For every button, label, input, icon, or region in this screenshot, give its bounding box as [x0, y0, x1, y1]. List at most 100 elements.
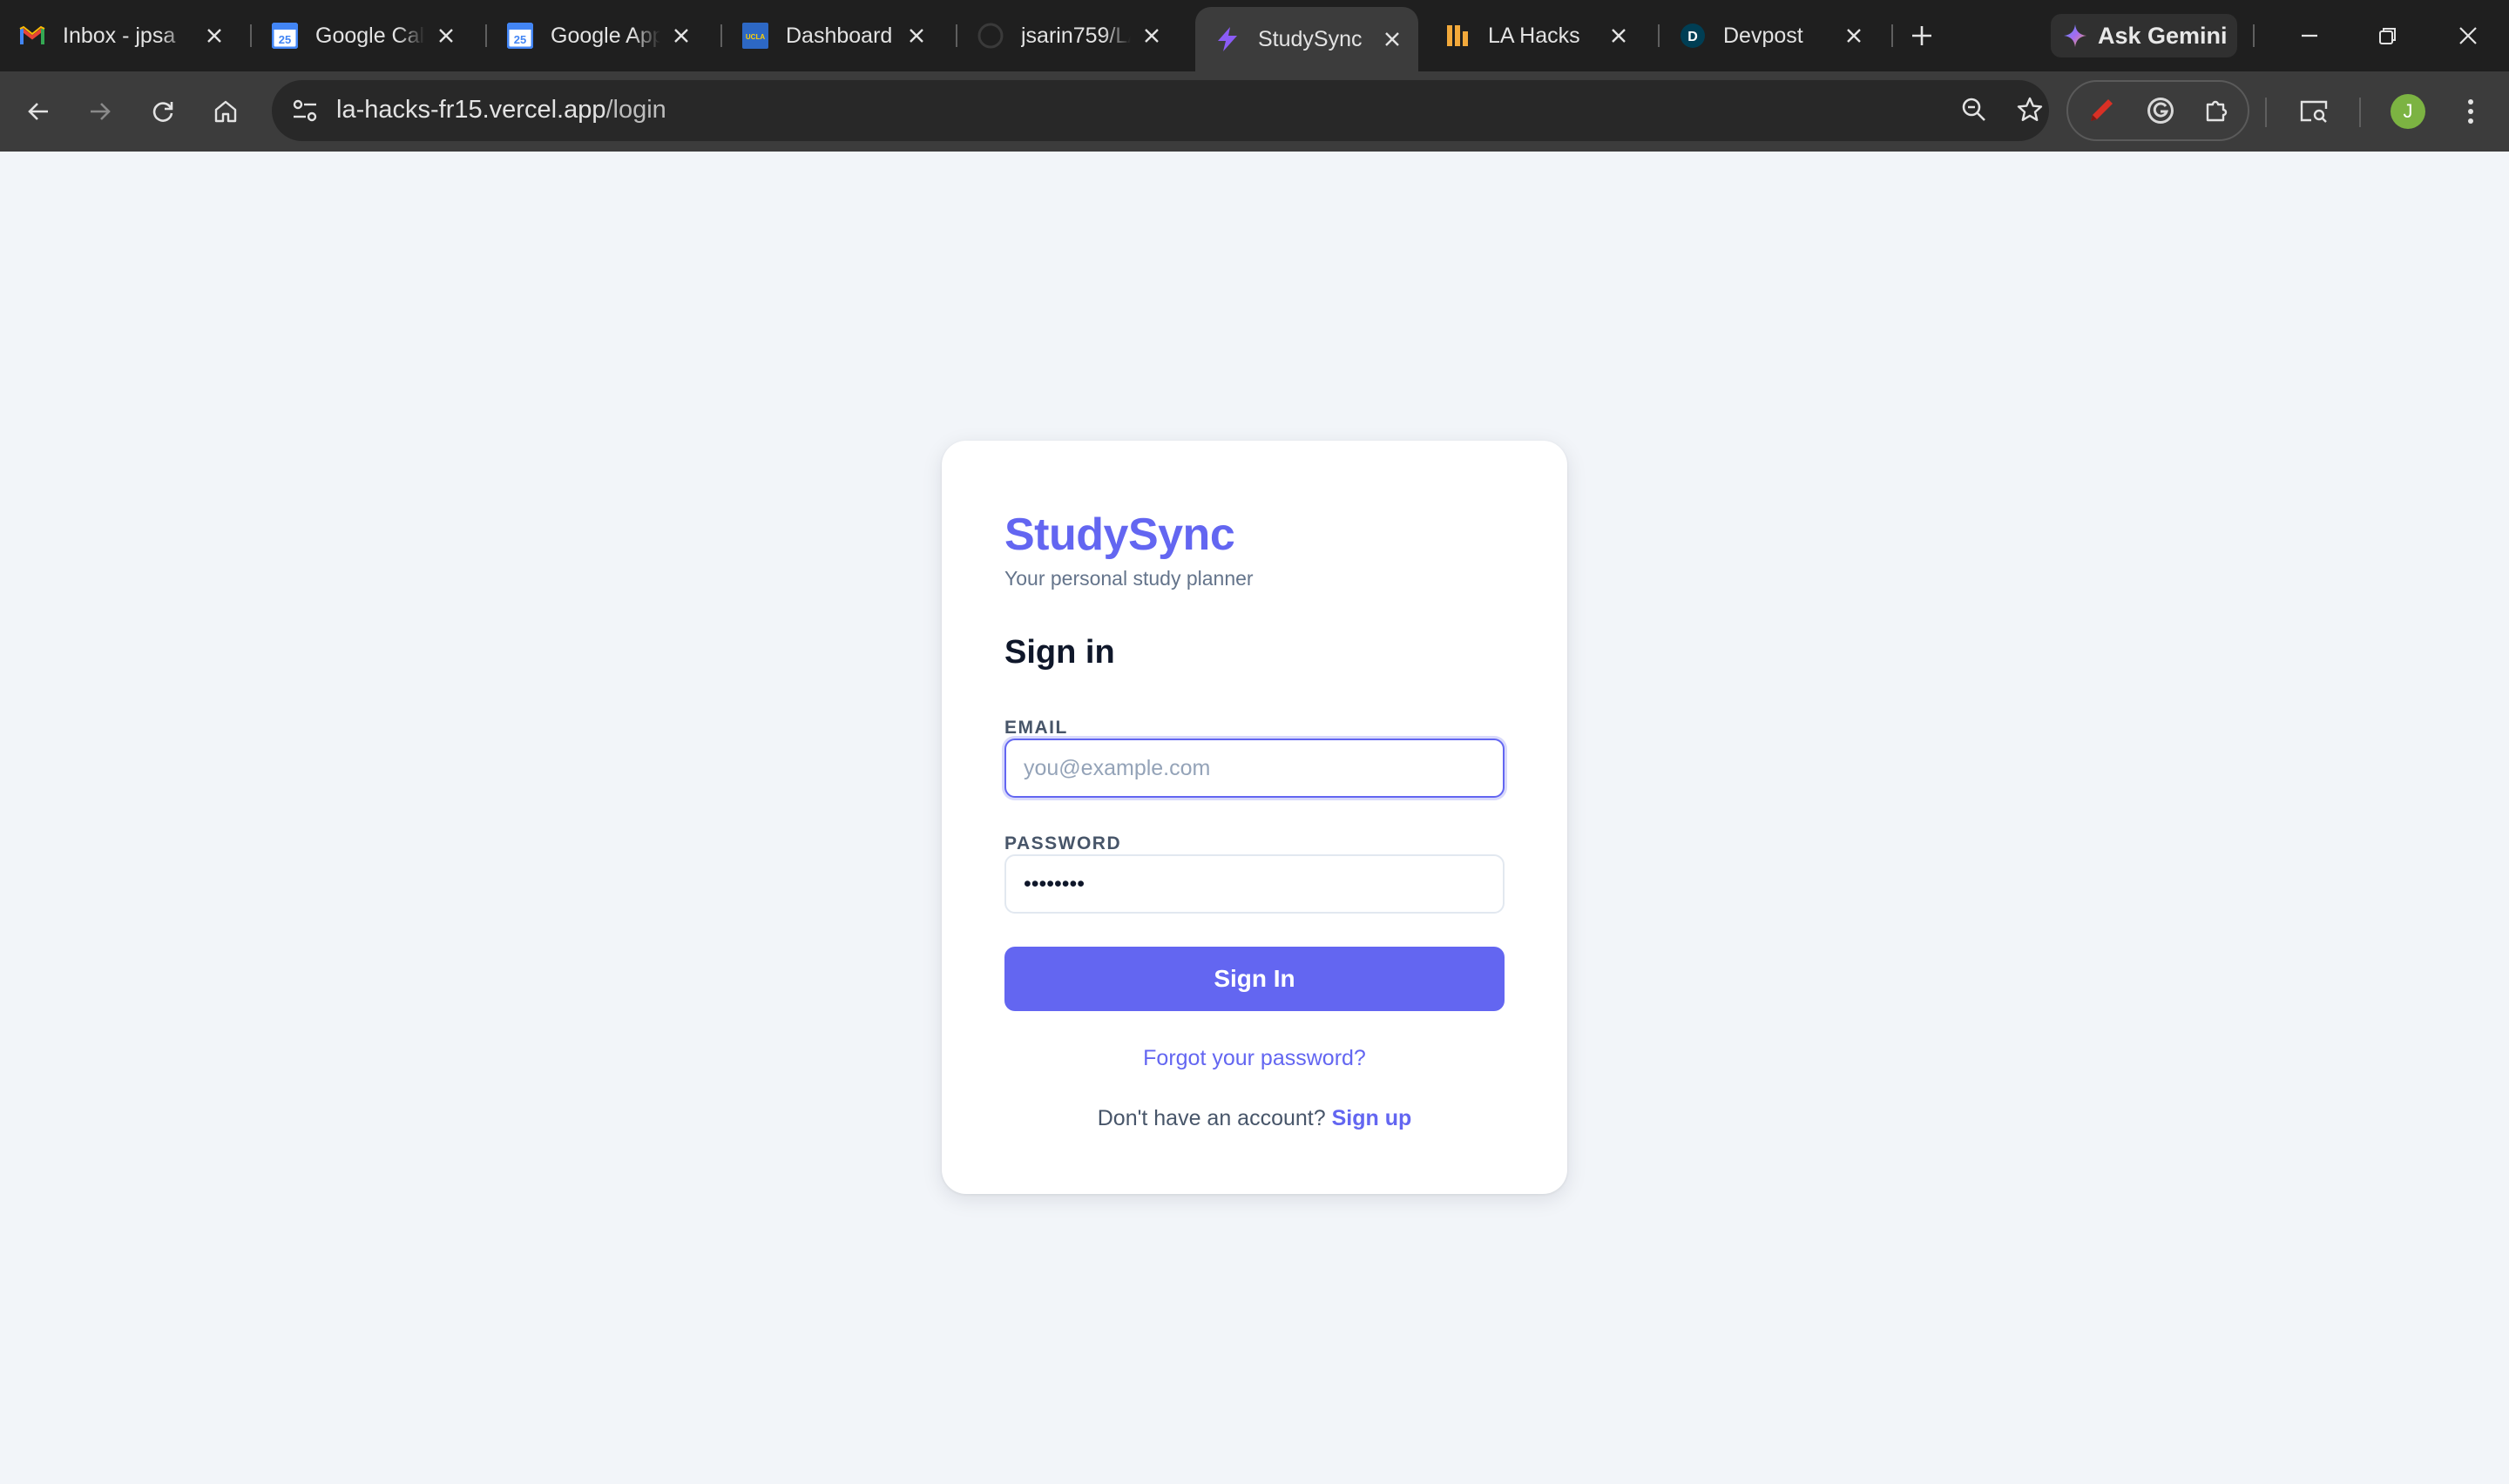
grammarly-icon [2147, 98, 2174, 124]
close-icon[interactable] [1380, 27, 1404, 51]
password-field[interactable] [1004, 854, 1505, 914]
close-icon[interactable] [1140, 24, 1164, 48]
password-label: PASSWORD [1004, 833, 1122, 853]
tab-divider [2253, 24, 2255, 47]
devpost-icon: D [1680, 23, 1706, 49]
brand-title: StudySync [1004, 509, 1235, 560]
tab-title: Dashboard [786, 23, 893, 48]
forgot-password-link[interactable]: Forgot your password? [942, 1046, 1567, 1071]
sign-up-link[interactable]: Sign up [1332, 1106, 1412, 1130]
tab-divider [956, 24, 957, 47]
plus-icon [1912, 26, 1931, 45]
github-icon [977, 23, 1004, 49]
tab-search-button[interactable] [2293, 91, 2335, 132]
signup-prompt: Don't have an account? Sign up [942, 1106, 1567, 1131]
forward-button[interactable] [79, 91, 121, 132]
ask-gemini-label: Ask Gemini [2098, 22, 2228, 49]
minimize-button[interactable] [2288, 16, 2331, 56]
tab-title: Inbox - jpsa [63, 23, 176, 48]
tab-la-hacks[interactable]: LA Hacks [1425, 10, 1645, 61]
svg-text:UCLA: UCLA [746, 33, 765, 41]
close-icon[interactable] [669, 24, 693, 48]
tab-divider [720, 24, 722, 47]
site-info-icon [293, 99, 317, 122]
grammarly-button[interactable] [2140, 90, 2181, 132]
tab-search-icon [2300, 100, 2328, 123]
tab-title: Google App [551, 23, 660, 48]
tab-devpost[interactable]: D Devpost [1660, 10, 1880, 61]
tab-divider [1658, 24, 1660, 47]
signup-prompt-text: Don't have an account? [1097, 1106, 1326, 1130]
browser-toolbar: la-hacks-fr15.vercel.app/login J [0, 71, 2509, 152]
menu-button[interactable] [2450, 91, 2492, 132]
toolbar-divider [2265, 98, 2267, 127]
close-icon[interactable] [1842, 24, 1866, 48]
tab-title: StudySync [1258, 26, 1363, 51]
tab-google-calendar[interactable]: 25 Google Cale [253, 10, 472, 61]
restore-button[interactable] [2366, 16, 2410, 56]
tab-dashboard[interactable]: UCLA Dashboard [723, 10, 943, 61]
profile-avatar[interactable]: J [2391, 94, 2425, 129]
svg-text:D: D [1687, 30, 1698, 44]
star-icon [2017, 97, 2043, 121]
tab-title: Google Cale [315, 23, 425, 48]
arrow-left-icon [28, 103, 48, 120]
toolbar-divider [2359, 98, 2361, 127]
close-icon[interactable] [434, 24, 458, 48]
url-path: /login [605, 96, 666, 124]
tab-inbox[interactable]: Inbox - jpsa [0, 10, 240, 61]
tab-divider [1891, 24, 1893, 47]
tab-strip: Inbox - jpsa 25 Google Cale 25 Google Ap… [0, 0, 2509, 71]
tab-divider [485, 24, 487, 47]
close-icon[interactable] [202, 24, 227, 48]
reload-icon [152, 102, 173, 122]
tab-google-appointments[interactable]: 25 Google App [488, 10, 707, 61]
zoom-button[interactable] [1953, 89, 1995, 131]
zoom-out-icon [1962, 98, 1985, 121]
studysync-icon [1214, 26, 1241, 52]
email-field[interactable] [1004, 739, 1505, 798]
extensions-button[interactable] [2195, 90, 2237, 132]
back-button[interactable] [17, 91, 59, 132]
red-pen-icon [2091, 99, 2113, 121]
extensions-group [2066, 80, 2249, 141]
restore-icon [2379, 28, 2396, 44]
tab-title: Devpost [1723, 23, 1803, 48]
close-window-button[interactable] [2446, 16, 2490, 56]
tab-divider [250, 24, 252, 47]
login-card: StudySync Your personal study planner Si… [942, 441, 1567, 1194]
email-label: EMAIL [1004, 718, 1068, 738]
minimize-icon [2302, 34, 2317, 37]
close-icon[interactable] [1606, 24, 1631, 48]
new-tab-button[interactable] [1900, 16, 1944, 56]
sign-in-button[interactable]: Sign In [1004, 947, 1505, 1011]
page-content: StudySync Your personal study planner Si… [0, 152, 2509, 1484]
gmail-icon [19, 23, 45, 49]
puzzle-icon [2206, 100, 2228, 122]
more-vert-icon [2468, 99, 2473, 124]
bookmark-button[interactable] [2009, 89, 2051, 131]
tab-title: jsarin759/LA [1021, 23, 1131, 48]
url-host: la-hacks-fr15.vercel.app [336, 96, 606, 124]
reload-button[interactable] [142, 91, 184, 132]
arrow-right-icon [91, 103, 111, 120]
address-bar[interactable]: la-hacks-fr15.vercel.app/login [272, 80, 2049, 141]
tab-studysync[interactable]: StudySync [1195, 7, 1418, 71]
close-icon[interactable] [904, 24, 929, 48]
close-icon [2459, 27, 2477, 44]
extension-pen-button[interactable] [2080, 90, 2122, 132]
la-hacks-icon [1444, 23, 1471, 49]
google-calendar-icon: 25 [272, 23, 298, 49]
ucla-icon: UCLA [742, 23, 768, 49]
ask-gemini-button[interactable]: Ask Gemini [2051, 14, 2237, 57]
url-text: la-hacks-fr15.vercel.app/login [336, 96, 666, 125]
gemini-sparkle-icon [2064, 24, 2086, 47]
page-title: Sign in [1004, 634, 1115, 671]
svg-text:25: 25 [514, 33, 526, 46]
google-calendar-icon: 25 [507, 23, 533, 49]
tab-github[interactable]: jsarin759/LA [958, 10, 1178, 61]
brand-tagline: Your personal study planner [1004, 567, 1254, 590]
home-button[interactable] [205, 91, 247, 132]
tab-title: LA Hacks [1488, 23, 1580, 48]
home-icon [214, 100, 237, 123]
